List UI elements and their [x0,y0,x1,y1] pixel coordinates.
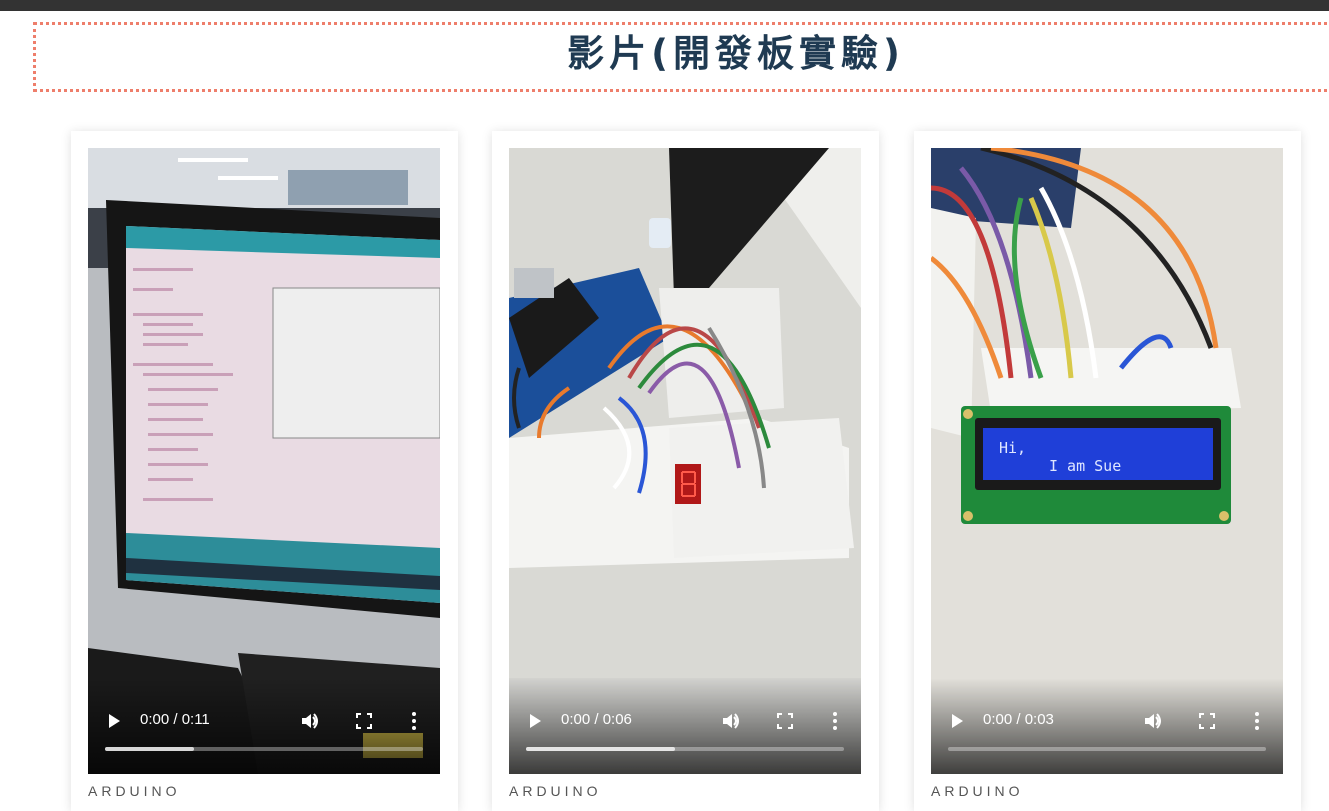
play-icon[interactable] [949,713,965,729]
video-player[interactable]: Hi, I am Sue 0:00 / 0:03 [931,148,1283,774]
video-player[interactable]: 0:00 / 0:11 [88,148,440,774]
fullscreen-icon[interactable] [1198,712,1216,730]
video-card: 0:00 / 0:11 ARDUINO [71,131,458,811]
time-display: 0:00 / 0:11 [140,711,210,728]
video-category[interactable]: ARDUINO [931,783,1024,799]
video-card: 0:00 / 0:06 ARDUINO [492,131,879,811]
volume-icon[interactable] [721,711,741,731]
video-player[interactable]: 0:00 / 0:06 [509,148,861,774]
more-options-icon[interactable] [1251,711,1263,731]
video-category[interactable]: ARDUINO [88,783,181,799]
play-icon[interactable] [106,713,122,729]
page-title: 影片(開發板實驗) [567,32,905,75]
top-bar [0,0,1329,11]
time-display: 0:00 / 0:06 [561,711,632,728]
volume-icon[interactable] [300,711,320,731]
play-icon[interactable] [527,713,543,729]
lcd-line-2: I am Sue [1049,457,1121,475]
progress-bar[interactable] [526,747,844,751]
video-category[interactable]: ARDUINO [509,783,602,799]
video-card: Hi, I am Sue 0:00 / 0:03 ARDUINO [914,131,1301,811]
time-display: 0:00 / 0:03 [983,711,1054,728]
progress-fill [526,747,676,751]
more-options-icon[interactable] [829,711,841,731]
progress-fill [105,747,195,751]
progress-bar[interactable] [105,747,423,751]
lcd-line-1: Hi, [999,439,1026,457]
volume-icon[interactable] [1143,711,1163,731]
more-options-icon[interactable] [408,711,420,731]
progress-bar[interactable] [948,747,1266,751]
fullscreen-icon[interactable] [355,712,373,730]
fullscreen-icon[interactable] [776,712,794,730]
